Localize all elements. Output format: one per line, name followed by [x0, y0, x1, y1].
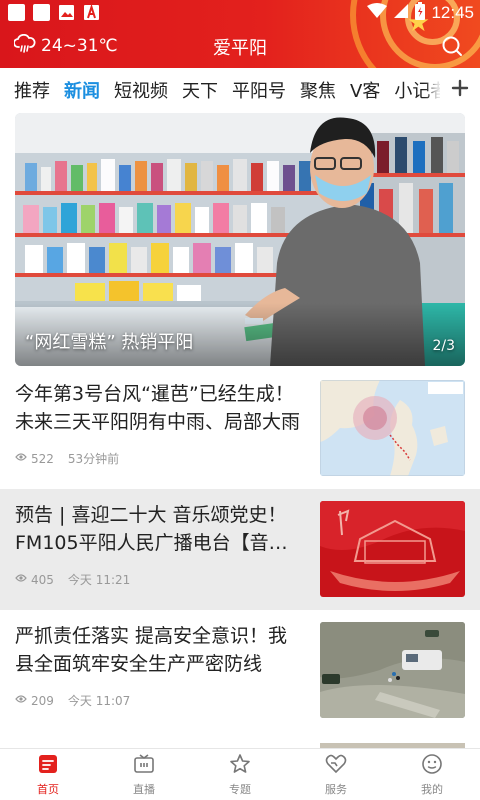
plus-icon [451, 79, 469, 101]
view-count: 522 [31, 451, 54, 466]
category-tabs: 推荐 新闻 短视频 天下 平阳号 聚焦 V客 小记者 [0, 68, 480, 112]
tv-icon [133, 753, 155, 779]
nav-live[interactable]: 直播 [96, 749, 192, 800]
news-title: 今年第3号台风“暹芭”已经生成！未来三天平阳阴有中雨、局部大雨 [15, 383, 301, 433]
service-icon [325, 753, 347, 779]
nav-services[interactable]: 服务 [288, 749, 384, 800]
tab-recommend[interactable]: 推荐 [14, 77, 50, 103]
title-bar: 24~31℃ 爱平阳 [0, 26, 480, 68]
nav-label: 我的 [421, 782, 443, 796]
nav-label: 首页 [37, 782, 59, 796]
view-count: 405 [31, 572, 54, 587]
news-meta: 405 今天 11:21 [15, 571, 130, 588]
home-icon [37, 753, 59, 779]
news-title: 严抓责任落实 提高安全意识！我县全面筑牢安全生产严密防线 [15, 625, 288, 675]
tab-world[interactable]: 天下 [182, 77, 218, 103]
publish-time: 今天 11:07 [67, 694, 131, 708]
profile-icon [421, 753, 443, 779]
nav-label: 服务 [325, 782, 347, 796]
news-meta: 522 53分钟前 [15, 450, 119, 467]
image-icon [58, 4, 75, 21]
eye-icon [15, 451, 27, 466]
cellular-icon [393, 3, 409, 23]
search-button[interactable] [440, 34, 464, 58]
clock: 12:45 [431, 3, 474, 22]
battery-icon [415, 2, 426, 24]
carousel-pager: 2/3 [432, 338, 455, 354]
eye-icon [15, 572, 27, 587]
bottom-navigation: 首页 直播 专题 服务 我的 [0, 748, 480, 800]
nav-label: 专题 [229, 782, 251, 796]
view-count: 209 [31, 693, 54, 708]
news-thumbnail [320, 501, 465, 597]
app-title: 爱平阳 [213, 38, 267, 59]
tab-vlog[interactable]: V客 [350, 77, 380, 103]
news-item[interactable]: 今年第3号台风“暹芭”已经生成！未来三天平阳阴有中雨、局部大雨 522 53分钟… [0, 368, 480, 489]
star-icon [229, 753, 251, 779]
news-title: 预告 | 喜迎二十大 音乐颂党史！FM105平阳人民广播电台【音乐党课】 [15, 504, 288, 554]
header: ★ 12:45 24~31℃ 爱平阳 [0, 0, 480, 68]
status-bar: 12:45 [0, 0, 480, 26]
eye-icon [15, 693, 27, 708]
featured-carousel[interactable]: “网红雪糕” 热销平阳 2/3 [15, 113, 465, 366]
add-channel-button[interactable] [440, 68, 480, 112]
tab-short-video[interactable]: 短视频 [114, 77, 168, 103]
pdf-icon [83, 4, 100, 21]
publish-time: 今天 11:21 [67, 573, 131, 587]
news-thumbnail [320, 380, 465, 476]
news-item[interactable]: 预告 | 喜迎二十大 音乐颂党史！FM105平阳人民广播电台【音乐党课】 405… [0, 489, 480, 610]
tab-pingyang-account[interactable]: 平阳号 [232, 77, 286, 103]
tab-news[interactable]: 新闻 [64, 77, 100, 103]
news-item[interactable]: 严抓责任落实 提高安全意识！我县全面筑牢安全生产严密防线 209 今天 11:0… [0, 610, 480, 731]
wifi-icon [367, 3, 388, 23]
news-meta: 209 今天 11:07 [15, 692, 130, 709]
nav-home[interactable]: 首页 [0, 749, 96, 800]
notification-icon [8, 4, 25, 21]
carousel-caption: “网红雪糕” 热销平阳 [25, 332, 194, 353]
nav-label: 直播 [133, 782, 155, 796]
app-screen: ★ 12:45 24~31℃ 爱平阳 推荐 新闻 短视频 天下 平阳号 聚焦 V… [0, 0, 480, 800]
nav-topics[interactable]: 专题 [192, 749, 288, 800]
news-thumbnail [320, 622, 465, 718]
search-icon [440, 36, 464, 62]
notification-icon [33, 4, 50, 21]
tab-focus[interactable]: 聚焦 [300, 77, 336, 103]
nav-profile[interactable]: 我的 [384, 749, 480, 800]
publish-time: 53分钟前 [67, 452, 120, 466]
